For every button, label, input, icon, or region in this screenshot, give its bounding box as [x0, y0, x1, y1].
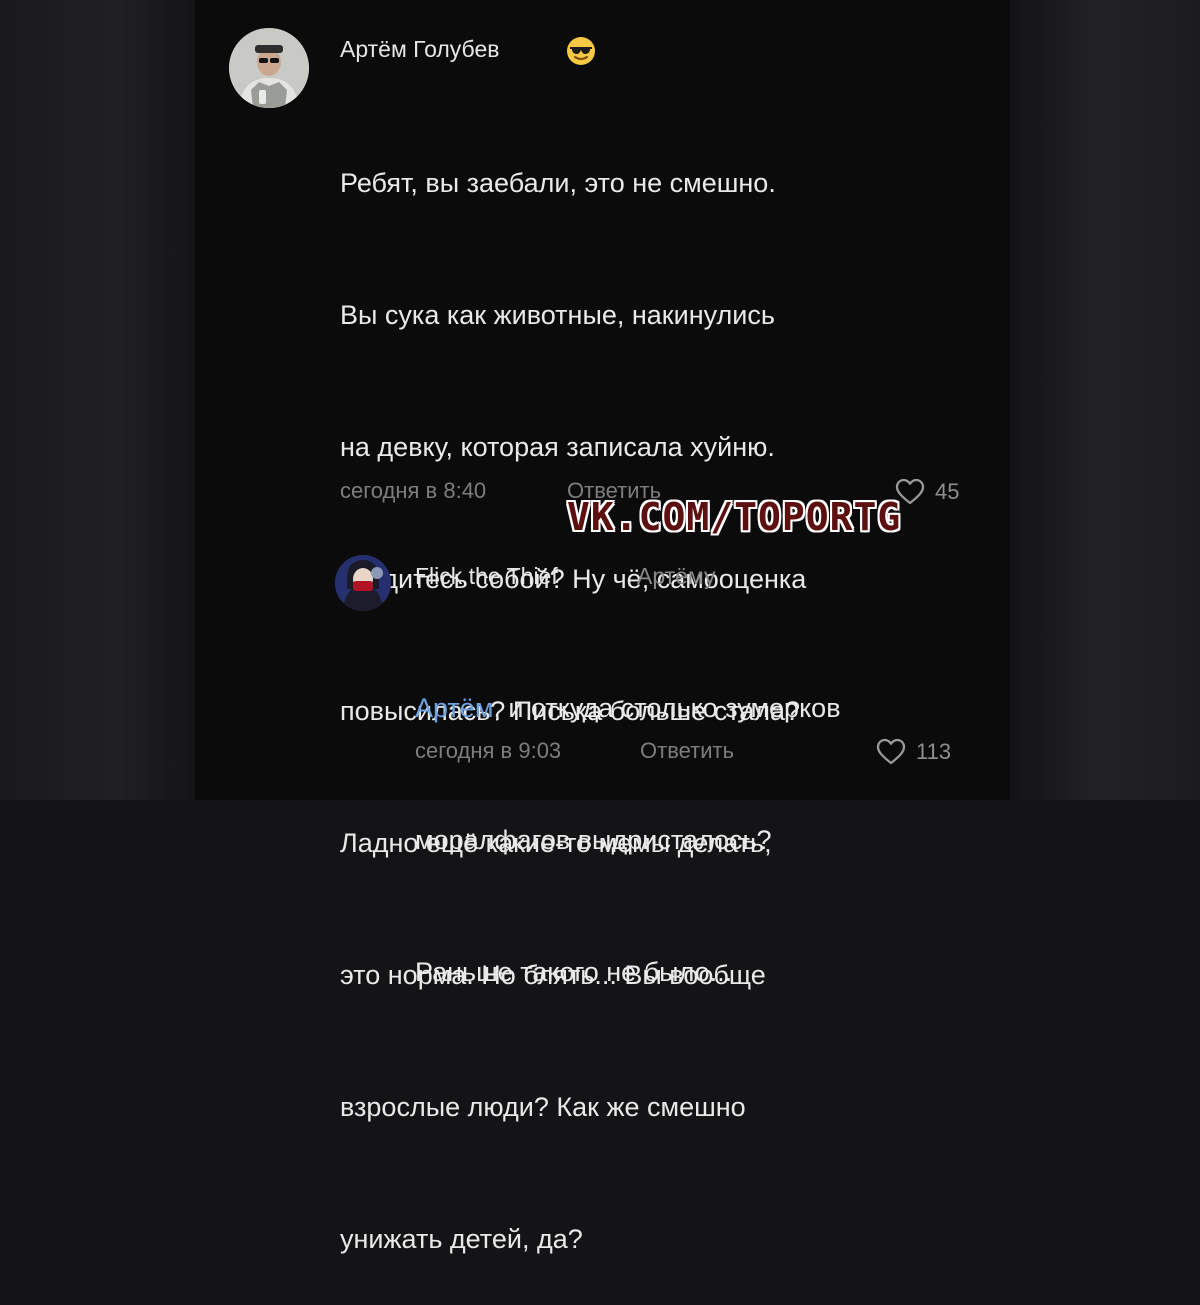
comment-like-button[interactable]: 45 [895, 478, 959, 505]
heart-icon [876, 738, 906, 765]
avatar-photo [229, 28, 309, 108]
watermark: VK.COM/TOPORTG [567, 495, 902, 539]
mention-link[interactable]: Артём [415, 693, 493, 723]
reply-avatar-image [335, 555, 391, 611]
reply-to-label[interactable]: Артёму [637, 563, 716, 590]
reply-line: моралфагов выдристалось? [415, 825, 772, 855]
reply-line: Артём, и откуда столько зумерков [415, 686, 841, 730]
reply-text: Артём, и откуда столько зумерков моралфа… [415, 598, 841, 1038]
right-blur-edge [1010, 0, 1200, 800]
left-blur-edge [0, 0, 195, 800]
comment-line: на девку, которая записала хуйню. [340, 432, 775, 462]
comment-like-count: 45 [935, 478, 960, 504]
comment-line: Ребят, вы заебали, это не смешно. [340, 168, 776, 198]
comment-author-name[interactable]: Артём Голубев [340, 36, 499, 63]
comment-line: Вы сука как животные, накинулись [340, 300, 775, 330]
cool-sunglasses-emoji-icon [567, 37, 595, 65]
reply-like-button[interactable]: 113 [876, 738, 951, 765]
reply-timestamp: сегодня в 9:03 [415, 738, 562, 763]
comment-line: взрослые люди? Как же смешно [340, 1092, 746, 1122]
reply-author-name[interactable]: Flick the Thief [415, 563, 558, 590]
author-avatar[interactable] [229, 28, 309, 108]
comment-line: Гордитесь собой? Ну чё, самооценка [340, 564, 807, 594]
reply-like-count: 113 [916, 738, 952, 764]
comment-timestamp: сегодня в 8:40 [340, 478, 487, 503]
comment-line: унижать детей, да? [340, 1224, 583, 1254]
reply-line-rest: , и откуда столько зумерков [493, 693, 841, 723]
reply-line: Раньше такого не было... [415, 957, 733, 987]
reply-author-avatar[interactable] [335, 555, 391, 611]
reply-reply-button[interactable]: Ответить [640, 738, 734, 764]
